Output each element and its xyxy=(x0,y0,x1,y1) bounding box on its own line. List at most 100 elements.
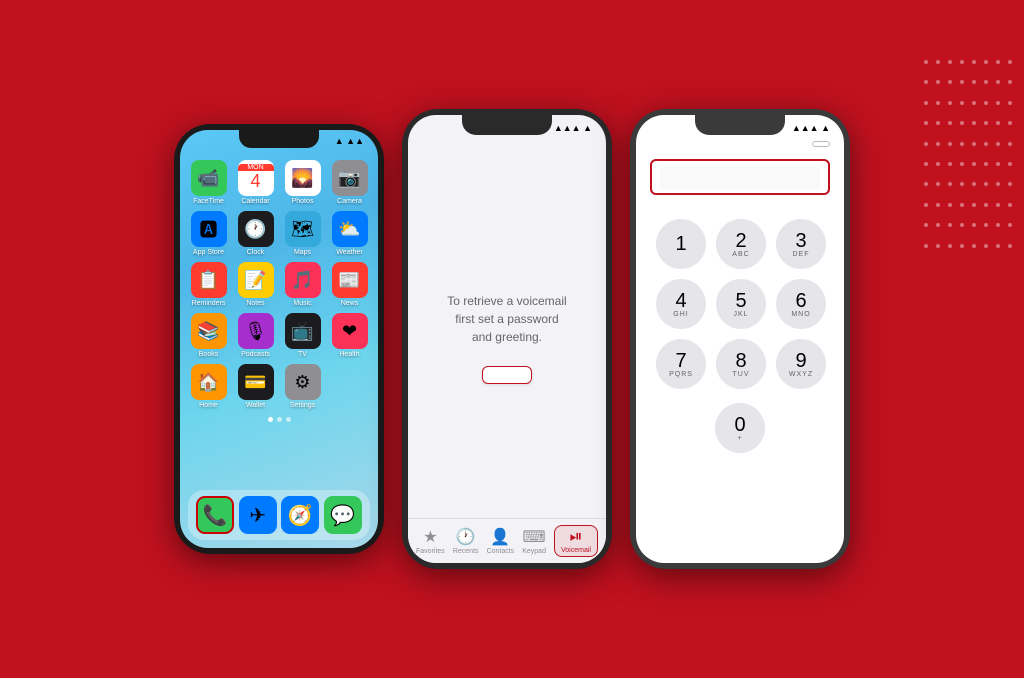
app-maps[interactable]: 🗺 Maps xyxy=(282,211,323,256)
home-icon: 🏠 xyxy=(191,364,227,400)
phone2-screen: ▲▲▲ ▲ To retrieve a voicemailfirst set a… xyxy=(408,115,606,563)
password-field[interactable] xyxy=(660,167,820,189)
app-clock[interactable]: 🕐 Clock xyxy=(235,211,276,256)
maps-icon: 🗺 xyxy=(285,211,321,247)
tab-contacts-label: Contacts xyxy=(487,548,515,555)
voicemail-icon: ⏯ xyxy=(570,528,583,546)
phone2-frame: ▲▲▲ ▲ To retrieve a voicemailfirst set a… xyxy=(402,109,612,569)
camera-icon: 📷 xyxy=(332,160,368,196)
tab-keypad-label: Keypad xyxy=(522,548,546,555)
facetime-icon: 📹 xyxy=(191,160,227,196)
numpad-zero-row: 0 + xyxy=(636,403,844,463)
app-facetime[interactable]: 📹 FaceTime xyxy=(188,160,229,205)
dock-messages[interactable]: 💬 xyxy=(324,496,362,534)
wallet-icon: 💳 xyxy=(238,364,274,400)
password-input-area xyxy=(650,159,830,195)
phone1-wrapper: ▲ ▲▲ 📹 FaceTime MON 4 Calendar xyxy=(174,124,384,554)
numpad: 1 2 ABC 3 DEF 4 GHI xyxy=(636,205,844,403)
tab-favorites-label: Favorites xyxy=(416,548,445,555)
photos-icon: 🌄 xyxy=(285,160,321,196)
favorites-icon: ★ xyxy=(423,527,437,547)
phone3-notch xyxy=(695,115,785,135)
phone3-frame: ▲▲▲ ▲ 1 2 xyxy=(630,109,850,569)
numpad-3[interactable]: 3 DEF xyxy=(776,219,826,269)
app-books[interactable]: 📚 Books xyxy=(188,313,229,358)
reminders-icon: 📋 xyxy=(191,262,227,298)
phone1-screen: ▲ ▲▲ 📹 FaceTime MON 4 Calendar xyxy=(180,130,378,548)
settings-icon: ⚙ xyxy=(285,364,321,400)
page-dots xyxy=(180,417,378,422)
numpad-4[interactable]: 4 GHI xyxy=(656,279,706,329)
phone2-body: To retrieve a voicemailfirst set a passw… xyxy=(408,157,606,518)
notes-icon: 📝 xyxy=(238,262,274,298)
numpad-2[interactable]: 2 ABC xyxy=(716,219,766,269)
app-weather[interactable]: ⛅ Weather xyxy=(329,211,370,256)
phone3-signal: ▲▲▲ ▲ xyxy=(792,123,830,133)
numpad-9[interactable]: 9 WXYZ xyxy=(776,339,826,389)
numpad-1[interactable]: 1 xyxy=(656,219,706,269)
numpad-7[interactable]: 7 PQRS xyxy=(656,339,706,389)
phone1-frame: ▲ ▲▲ 📹 FaceTime MON 4 Calendar xyxy=(174,124,384,554)
tab-favorites[interactable]: ★ Favorites xyxy=(416,527,445,555)
app-wallet[interactable]: 💳 Wallet xyxy=(235,364,276,409)
app-appstore[interactable]: 🅰 App Store xyxy=(188,211,229,256)
app-settings[interactable]: ⚙ Settings xyxy=(282,364,323,409)
phone3-nav xyxy=(636,133,844,155)
tv-icon: 📺 xyxy=(285,313,321,349)
tab-recents[interactable]: 🕐 Recents xyxy=(453,527,479,555)
app-grid: 📹 FaceTime MON 4 Calendar 🌄 Photos xyxy=(180,156,378,413)
appstore-icon: 🅰 xyxy=(191,211,227,247)
dock-safari[interactable]: 🧭 xyxy=(281,496,319,534)
recents-icon: 🕐 xyxy=(456,527,476,547)
books-icon: 📚 xyxy=(191,313,227,349)
app-health[interactable]: ❤ Health xyxy=(329,313,370,358)
tab-voicemail-label: Voicemail xyxy=(561,547,591,554)
numpad-6[interactable]: 6 MNO xyxy=(776,279,826,329)
app-reminders[interactable]: 📋 Reminders xyxy=(188,262,229,307)
page-dot-2 xyxy=(277,417,282,422)
app-photos[interactable]: 🌄 Photos xyxy=(282,160,323,205)
tab-bar: ★ Favorites 🕐 Recents 👤 Contacts ⌨ Keypa… xyxy=(408,518,606,563)
tab-voicemail[interactable]: ⏯ Voicemail xyxy=(554,525,598,557)
phone2-description: To retrieve a voicemailfirst set a passw… xyxy=(447,292,566,346)
news-icon: 📰 xyxy=(332,262,368,298)
nav-done-button[interactable] xyxy=(812,141,830,147)
music-icon: 🎵 xyxy=(285,262,321,298)
phone2-signal: ▲▲▲ ▲ xyxy=(554,123,592,133)
page-dot-1 xyxy=(268,417,273,422)
setup-now-button[interactable] xyxy=(482,366,532,384)
calendar-icon: MON 4 xyxy=(238,160,274,196)
health-icon: ❤ xyxy=(332,313,368,349)
dock: 📞 ✈ 🧭 💬 xyxy=(188,490,370,540)
phone3-screen: ▲▲▲ ▲ 1 2 xyxy=(636,115,844,563)
tab-recents-label: Recents xyxy=(453,548,479,555)
numpad-5[interactable]: 5 JKL xyxy=(716,279,766,329)
app-news[interactable]: 📰 News xyxy=(329,262,370,307)
tab-contacts[interactable]: 👤 Contacts xyxy=(487,527,515,555)
phone2-wrapper: ▲▲▲ ▲ To retrieve a voicemailfirst set a… xyxy=(402,109,612,569)
app-calendar[interactable]: MON 4 Calendar xyxy=(235,160,276,205)
phone1-notch xyxy=(239,130,319,148)
phone3-wrapper: ▲▲▲ ▲ 1 2 xyxy=(630,109,850,569)
app-camera[interactable]: 📷 Camera xyxy=(329,160,370,205)
phone2-notch xyxy=(462,115,552,135)
app-home[interactable]: 🏠 Home xyxy=(188,364,229,409)
main-container: ▲ ▲▲ 📹 FaceTime MON 4 Calendar xyxy=(0,0,1024,678)
numpad-8[interactable]: 8 TUV xyxy=(716,339,766,389)
weather-icon: ⛅ xyxy=(332,211,368,247)
dock-mail[interactable]: ✈ xyxy=(239,496,277,534)
app-music[interactable]: 🎵 Music xyxy=(282,262,323,307)
phone2-title xyxy=(408,133,606,157)
clock-icon: 🕐 xyxy=(238,211,274,247)
numpad-0[interactable]: 0 + xyxy=(715,403,765,453)
contacts-icon: 👤 xyxy=(490,527,510,547)
app-podcasts[interactable]: 🎙 Podcasts xyxy=(235,313,276,358)
podcasts-icon: 🎙 xyxy=(238,313,274,349)
page-dot-3 xyxy=(286,417,291,422)
tab-keypad[interactable]: ⌨ Keypad xyxy=(522,527,546,555)
keypad-icon: ⌨ xyxy=(523,527,546,547)
phone1-icons: ▲ ▲▲ xyxy=(335,136,364,146)
app-tv[interactable]: 📺 TV xyxy=(282,313,323,358)
app-notes[interactable]: 📝 Notes xyxy=(235,262,276,307)
dock-phone[interactable]: 📞 xyxy=(196,496,234,534)
